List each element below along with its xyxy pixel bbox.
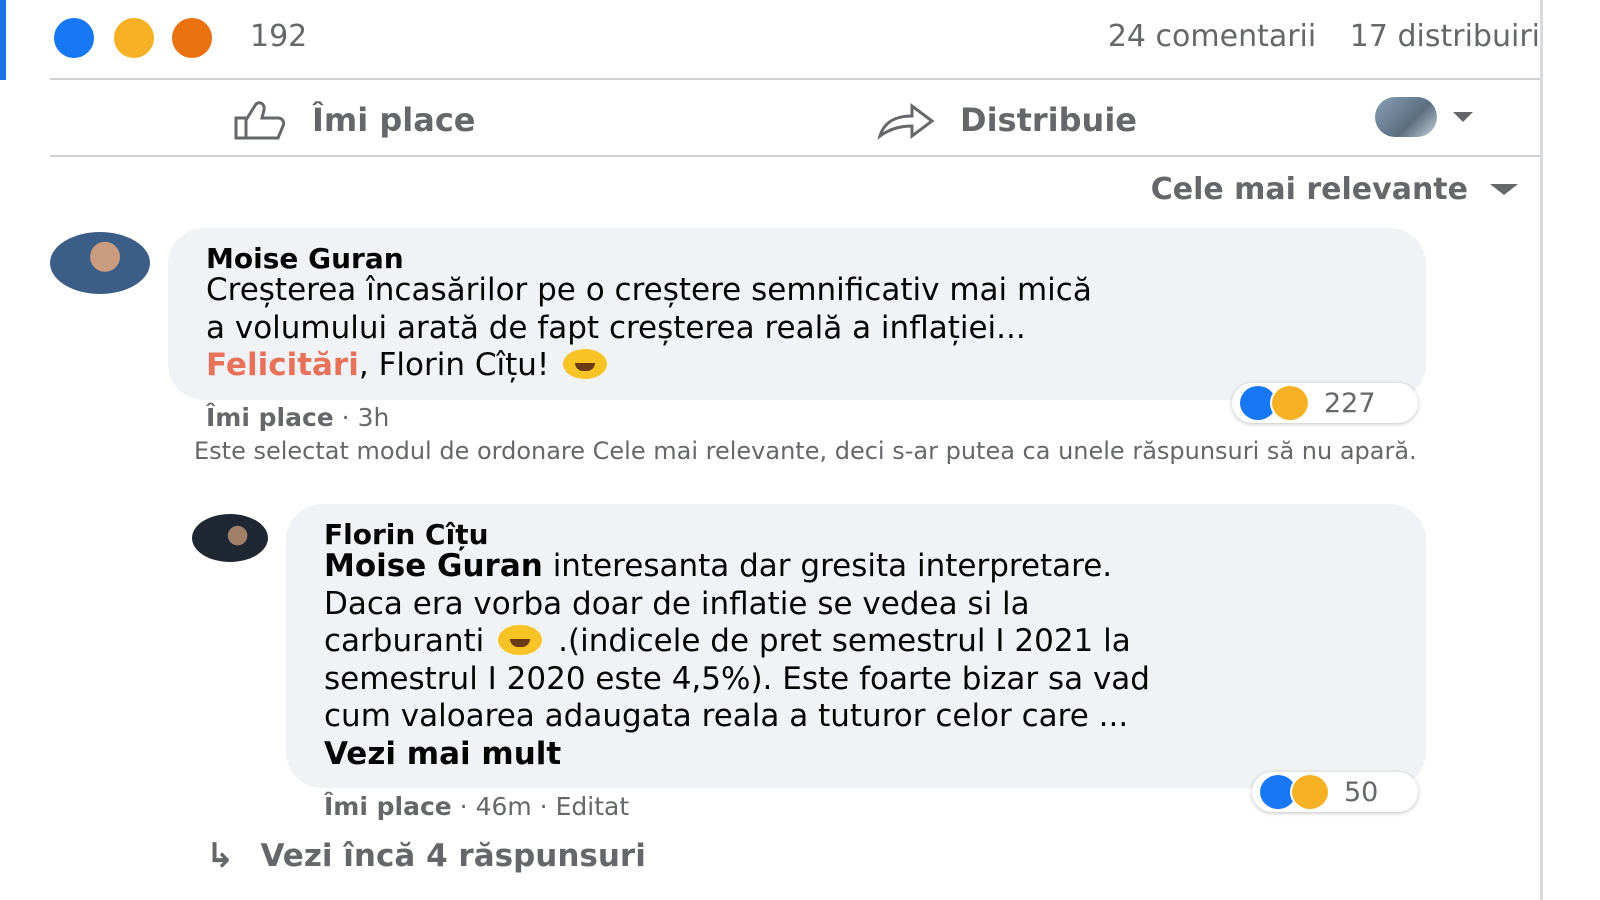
sort-label: Cele mai relevante [1150, 172, 1468, 207]
share-button-label: Distribuie [960, 101, 1137, 139]
reply-arrow-icon: ↳ [206, 836, 235, 876]
haha-reaction-icon [1270, 384, 1310, 422]
sort-notice: Este selectat modul de ordonare Cele mai… [194, 437, 1417, 465]
comment-time[interactable]: · 3h [334, 403, 390, 432]
profile-selector[interactable] [1375, 97, 1473, 137]
shares-count-link[interactable]: 17 distribuiri [1350, 19, 1540, 54]
accent-bar [0, 0, 6, 80]
haha-reaction-icon [112, 16, 156, 60]
view-more-replies-label: Vezi încă 4 răspunsuri [260, 838, 646, 874]
comment-sort-dropdown[interactable]: Cele mai relevante [1151, 172, 1518, 207]
like-button[interactable]: Îmi place [232, 95, 476, 145]
like-button-label: Îmi place [312, 101, 476, 139]
profile-avatar [1375, 97, 1437, 137]
reply-reactions[interactable]: 50 [1252, 772, 1418, 812]
comment-author[interactable]: Moise Guran [206, 242, 404, 275]
comment-text: Creșterea încasărilor pe o creștere semn… [206, 272, 1092, 383]
like-reaction-icon [52, 16, 96, 60]
reply-time[interactable]: · 46m · Editat [452, 792, 629, 821]
comment-reaction-count: 227 [1324, 387, 1376, 419]
comments-count-link[interactable]: 24 comentarii [1108, 19, 1316, 54]
mention-link[interactable]: Moise Guran [324, 548, 543, 584]
smiley-emoji-icon [498, 625, 543, 655]
caret-down-icon [1490, 184, 1518, 195]
divider [50, 155, 1540, 157]
share-arrow-icon [877, 103, 935, 140]
divider [50, 78, 1540, 80]
reaction-summary: 192 24 comentarii 17 distribuiri [52, 12, 1540, 64]
engagement-counts: 24 comentarii 17 distribuiri [1084, 19, 1540, 54]
comment-meta: Îmi place · 3h [206, 403, 389, 432]
highlighted-word: Felicitări [206, 347, 359, 383]
reply-author[interactable]: Florin Cîțu [324, 518, 489, 551]
reply-meta: Îmi place · 46m · Editat [324, 792, 629, 821]
view-more-replies[interactable]: ↳ Vezi încă 4 răspunsuri [206, 836, 646, 876]
scrollbar-track[interactable] [1540, 0, 1543, 900]
reply-like-link[interactable]: Îmi place [324, 792, 452, 821]
see-more-link[interactable]: Vezi mai mult [324, 736, 1414, 774]
avatar[interactable] [192, 514, 268, 562]
share-button[interactable]: Distribuie [876, 95, 1137, 145]
grinning-emoji-icon [563, 349, 608, 379]
thumbs-up-icon [234, 101, 286, 140]
caret-down-icon [1453, 112, 1473, 122]
reply-reaction-count: 50 [1344, 776, 1379, 808]
comment-like-link[interactable]: Îmi place [206, 403, 334, 432]
haha-reaction-icon [1290, 773, 1330, 811]
reaction-count[interactable]: 192 [250, 19, 307, 54]
angry-reaction-icon [170, 16, 214, 60]
avatar[interactable] [50, 232, 150, 294]
reply-text: Moise Guran interesanta dar gresita inte… [324, 548, 1414, 773]
comment-reactions[interactable]: 227 [1232, 383, 1418, 423]
